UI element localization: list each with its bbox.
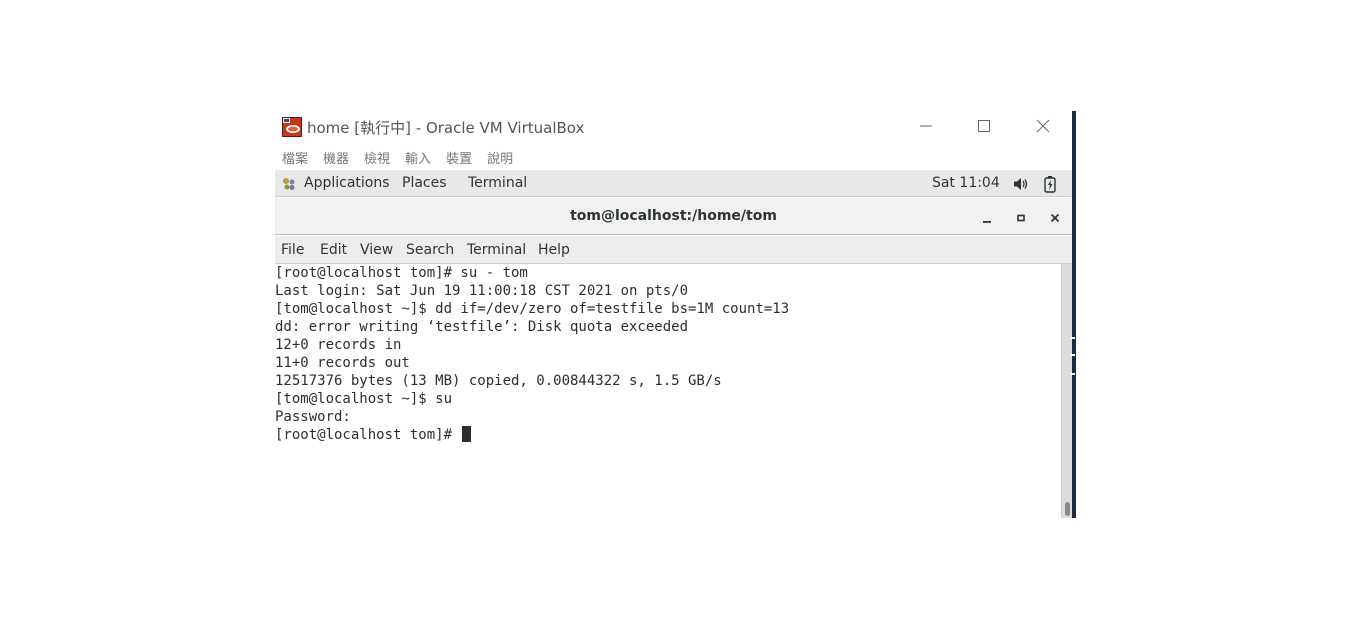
terminal-line: 12+0 records in <box>275 337 402 353</box>
applications-icon <box>282 176 296 195</box>
minimize-button[interactable] <box>911 115 941 139</box>
terminal-minimize-button[interactable] <box>976 206 998 228</box>
menu-help[interactable]: Help <box>538 242 570 258</box>
menu-view[interactable]: View <box>360 242 393 258</box>
window-edge-mark <box>1071 337 1075 339</box>
terminal-menubar: File Edit View Search Terminal Help <box>275 236 1072 264</box>
window-edge-mark <box>1071 354 1075 356</box>
terminal-header[interactable]: tom@localhost:/home/tom <box>275 198 1072 235</box>
terminal-line: 11+0 records out <box>275 355 410 371</box>
terminal-line: dd: error writing ‘testfile’: Disk quota… <box>275 319 689 335</box>
vbox-titlebar[interactable]: home [執行中] - Oracle VM VirtualBox <box>275 111 1072 143</box>
terminal-prompt: [root@localhost tom]# <box>275 427 461 443</box>
terminal-line: Last login: Sat Jun 19 11:00:18 CST 2021… <box>275 283 689 299</box>
terminal-line: 12517376 bytes (13 MB) copied, 0.0084432… <box>275 373 722 389</box>
menu-edit[interactable]: Edit <box>320 242 347 258</box>
battery-icon[interactable] <box>1043 175 1057 197</box>
terminal-scrollbar[interactable] <box>1061 264 1072 518</box>
applications-menu[interactable]: Applications <box>304 175 390 191</box>
vbox-menubar: 檔案 機器 檢視 輸入 裝置 說明 <box>282 148 528 168</box>
menu-search[interactable]: Search <box>406 242 454 258</box>
virtualbox-icon <box>282 117 302 137</box>
close-button[interactable] <box>1028 115 1058 139</box>
terminal-close-button[interactable] <box>1044 206 1066 228</box>
window-title: home [執行中] - Oracle VM VirtualBox <box>307 119 585 137</box>
terminal-line: Password: <box>275 409 351 425</box>
minimize-icon <box>919 118 933 137</box>
clock[interactable]: Sat 11:04 <box>932 175 1000 191</box>
vbox-menu-input[interactable]: 輸入 <box>405 148 431 168</box>
close-icon <box>1036 118 1050 137</box>
gnome-top-bar: Applications Places Terminal Sat 11:04 <box>275 170 1072 197</box>
terminal-output[interactable]: [root@localhost tom]# su - tom Last logi… <box>275 264 1061 518</box>
menu-terminal[interactable]: Terminal <box>467 242 526 258</box>
maximize-icon <box>977 118 991 137</box>
window-edge <box>1072 111 1076 518</box>
terminal-line: [root@localhost tom]# su - tom <box>275 265 528 281</box>
vbox-menu-file[interactable]: 檔案 <box>282 148 308 168</box>
minimize-icon <box>982 208 992 227</box>
maximize-button[interactable] <box>969 115 999 139</box>
terminal-title: tom@localhost:/home/tom <box>570 208 777 224</box>
places-menu[interactable]: Places <box>402 175 447 191</box>
vbox-menu-devices[interactable]: 裝置 <box>446 148 472 168</box>
virtualbox-window: home [執行中] - Oracle VM VirtualBox 檔案 機器 … <box>275 111 1076 518</box>
window-edge-mark <box>1071 373 1075 375</box>
terminal-line: [tom@localhost ~]$ su <box>275 391 453 407</box>
close-icon <box>1050 208 1060 227</box>
menu-file[interactable]: File <box>281 242 304 258</box>
volume-icon[interactable] <box>1013 176 1029 196</box>
terminal-cursor <box>462 426 472 442</box>
vbox-menu-help[interactable]: 說明 <box>487 148 513 168</box>
vbox-menu-view[interactable]: 檢視 <box>364 148 390 168</box>
maximize-icon <box>1016 208 1026 227</box>
terminal-maximize-button[interactable] <box>1010 206 1032 228</box>
scrollbar-thumb[interactable] <box>1065 502 1070 516</box>
terminal-prompt-line: [root@localhost tom]# <box>275 426 1061 444</box>
terminal-app-menu[interactable]: Terminal <box>468 175 527 191</box>
terminal-line: [tom@localhost ~]$ dd if=/dev/zero of=te… <box>275 301 790 317</box>
vbox-menu-machine[interactable]: 機器 <box>323 148 349 168</box>
